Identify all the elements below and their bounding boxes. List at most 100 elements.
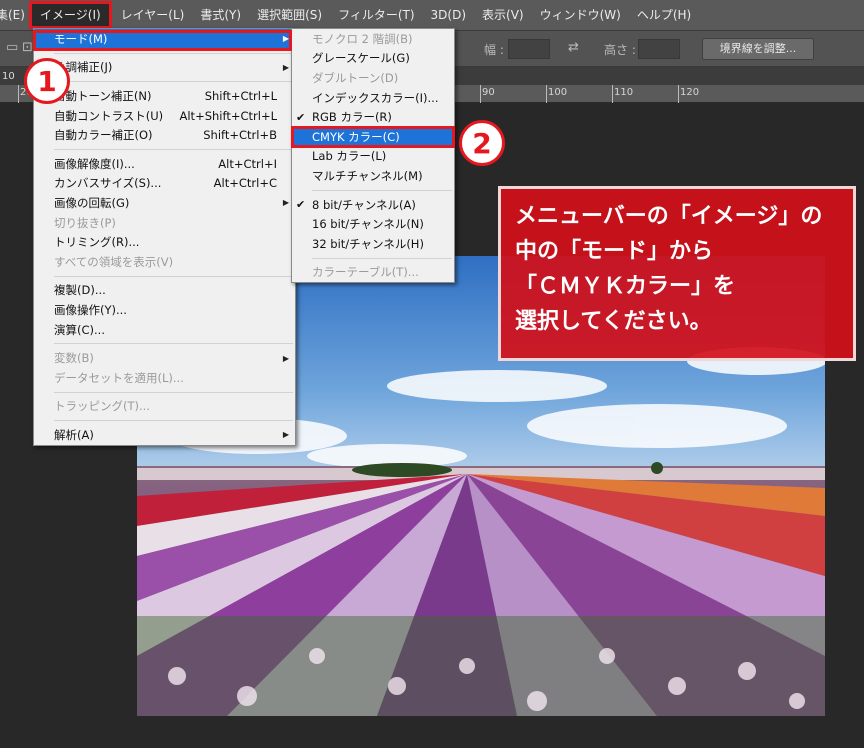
menu-item-label: 自動トーン補正(N) [54, 88, 152, 103]
menubar-item[interactable]: イメージ(I) [29, 1, 112, 29]
menu-item[interactable]: 16 bit/チャンネル(N) [292, 214, 454, 234]
step-1-badge: 1 [24, 58, 70, 104]
mode-highlight-box [33, 30, 292, 51]
menu-item[interactable]: 画像解像度(I)... Alt+Ctrl+I [34, 154, 295, 174]
menu-item[interactable]: 画像の回転(G) ▶ [34, 193, 295, 213]
callout-line: 「ＣＭＹＫカラー」を [515, 274, 736, 299]
menu-item-label: 自動コントラスト(U) [54, 108, 164, 123]
menu-item: すべての領域を表示(V) [34, 252, 295, 272]
submenu-arrow-icon: ▶ [282, 198, 289, 208]
instruction-callout: メニューバーの「イメージ」の 中の「モード」から 「ＣＭＹＫカラー」を 選択してくださ… [498, 186, 856, 361]
menu-item-label: 切り抜き(P) [54, 215, 116, 230]
menu-item[interactable]: グレースケール(G) [292, 49, 454, 69]
ruler-tick-label: 90 [482, 87, 495, 98]
refine-edge-button[interactable]: 境界線を調整... [702, 38, 814, 60]
menu-item-label: 複製(D)... [54, 283, 106, 298]
menu-separator [54, 81, 293, 83]
menu-separator [54, 420, 293, 422]
menu-item: 変数(B) ▶ [34, 348, 295, 368]
menubar-item[interactable]: 集(E) [0, 4, 28, 26]
menubar-item[interactable]: ウィンドウ(W) [532, 4, 629, 26]
submenu-arrow-icon: ▶ [282, 62, 289, 72]
menu-item[interactable]: 自動コントラスト(U) Alt+Shift+Ctrl+L [34, 106, 295, 126]
menu-item-label: 画像の回転(G) [54, 195, 130, 210]
menu-item: ダブルトーン(D) [292, 68, 454, 88]
menu-item[interactable]: Lab カラー(L) [292, 147, 454, 167]
menu-item-shortcut: Shift+Ctrl+L [204, 88, 277, 103]
menu-item[interactable]: 複製(D)... [34, 281, 295, 301]
menu-item[interactable]: 自動カラー補正(O) Shift+Ctrl+B [34, 125, 295, 145]
menu-item: カラーテーブル(T)... [292, 263, 454, 283]
menu-item-label: 16 bit/チャンネル(N) [312, 217, 424, 232]
menu-item-label: 32 bit/チャンネル(H) [312, 236, 424, 251]
ruler-tick-line [678, 85, 679, 103]
menu-item[interactable]: 演算(C)... [34, 320, 295, 340]
menu-item-label: マルチチャンネル(M) [312, 168, 423, 183]
menu-item-label: トリミング(R)... [54, 235, 140, 250]
menu-item[interactable]: マルチチャンネル(M) [292, 166, 454, 186]
menu-bar: 集(E) イメージ(I) レイヤー(L) 書式(Y) 選択範囲(S) フィルター(T) 3D… [0, 0, 864, 31]
menu-item: トラッピング(T)... [34, 397, 295, 417]
callout-line: メニューバーの「イメージ」の [515, 204, 823, 229]
menubar-item[interactable]: フィルター(T) [330, 4, 422, 26]
menu-item[interactable]: トリミング(R)... [34, 232, 295, 252]
selection-mode-icon[interactable]: ⊡ [22, 40, 33, 55]
width-field[interactable] [508, 39, 550, 59]
ruler-tick-line [18, 85, 19, 103]
menu-item[interactable]: 32 bit/チャンネル(H) [292, 234, 454, 254]
menu-separator [312, 189, 452, 191]
menu-item[interactable]: インデックスカラー(I)... [292, 88, 454, 108]
mode-submenu: モノクロ 2 階調(B) グレースケール(G) ダブルトーン(D) インデックスカラー… [291, 28, 455, 284]
menu-item: モノクロ 2 階調(B) [292, 29, 454, 49]
menu-item-label: 画像操作(Y)... [54, 302, 127, 317]
menu-item-label: ダブルトーン(D) [312, 70, 399, 85]
menu-item-label: 解析(A) [54, 427, 94, 442]
menu-separator [312, 257, 452, 259]
menu-item[interactable]: 画像操作(Y)... [34, 300, 295, 320]
menu-item-label: カラーテーブル(T)... [312, 265, 419, 280]
document-tab[interactable]: 10 [2, 71, 15, 82]
menu-item-label: インデックスカラー(I)... [312, 90, 439, 105]
menu-item-label: 自動カラー補正(O) [54, 128, 153, 143]
menu-separator [54, 343, 293, 345]
ruler-tick-label: 100 [548, 87, 568, 98]
menu-item-label: 画像解像度(I)... [54, 156, 135, 171]
cmyk-highlight-box [291, 126, 455, 148]
menu-separator [54, 391, 293, 393]
menu-item[interactable]: ✔ 8 bit/チャンネル(A) [292, 195, 454, 215]
swap-icon[interactable]: ⇄ [568, 40, 579, 55]
menu-item[interactable]: ✔ RGB カラー(R) [292, 107, 454, 127]
menu-item[interactable]: 自動トーン補正(N) Shift+Ctrl+L [34, 86, 295, 106]
width-label: 幅 : [484, 43, 504, 57]
menu-item-label: すべての領域を表示(V) [54, 254, 174, 269]
height-field[interactable] [638, 39, 680, 59]
menubar-item[interactable]: レイヤー(L) [113, 4, 193, 26]
menu-separator [54, 275, 293, 277]
menu-separator [54, 52, 293, 54]
menu-item[interactable]: 色調補正(J) ▶ [34, 58, 295, 78]
checkmark-icon: ✔ [296, 198, 306, 212]
menubar-item[interactable]: 選択範囲(S) [249, 4, 330, 26]
ruler-tick-line [612, 85, 613, 103]
menu-item-label: データセットを適用(L)... [54, 370, 184, 385]
menu-separator [54, 148, 293, 150]
menu-item[interactable]: カンバスサイズ(S)... Alt+Ctrl+C [34, 174, 295, 194]
step-2-badge: 2 [459, 120, 505, 166]
menu-item-shortcut: Alt+Ctrl+C [213, 176, 277, 191]
menu-item-shortcut: Alt+Shift+Ctrl+L [179, 108, 278, 123]
menu-item-label: RGB カラー(R) [312, 110, 392, 125]
menu-item[interactable]: 解析(A) ▶ [34, 425, 295, 445]
menubar-item[interactable]: 表示(V) [474, 4, 532, 26]
submenu-arrow-icon: ▶ [282, 430, 289, 440]
ruler-tick-line [546, 85, 547, 103]
menubar-item[interactable]: 3D(D) [423, 4, 474, 26]
tool-icon[interactable]: ▭ [6, 40, 18, 55]
menu-item: データセットを適用(L)... [34, 368, 295, 388]
menu-item-shortcut: Alt+Ctrl+I [218, 156, 277, 171]
menubar-item[interactable]: ヘルプ(H) [629, 4, 699, 26]
menu-item-label: モノクロ 2 階調(B) [312, 31, 413, 46]
checkmark-icon: ✔ [296, 110, 306, 124]
menubar-item[interactable]: 書式(Y) [192, 4, 249, 26]
menu-item-label: カンバスサイズ(S)... [54, 176, 162, 191]
menu-item-label: トラッピング(T)... [54, 399, 150, 414]
